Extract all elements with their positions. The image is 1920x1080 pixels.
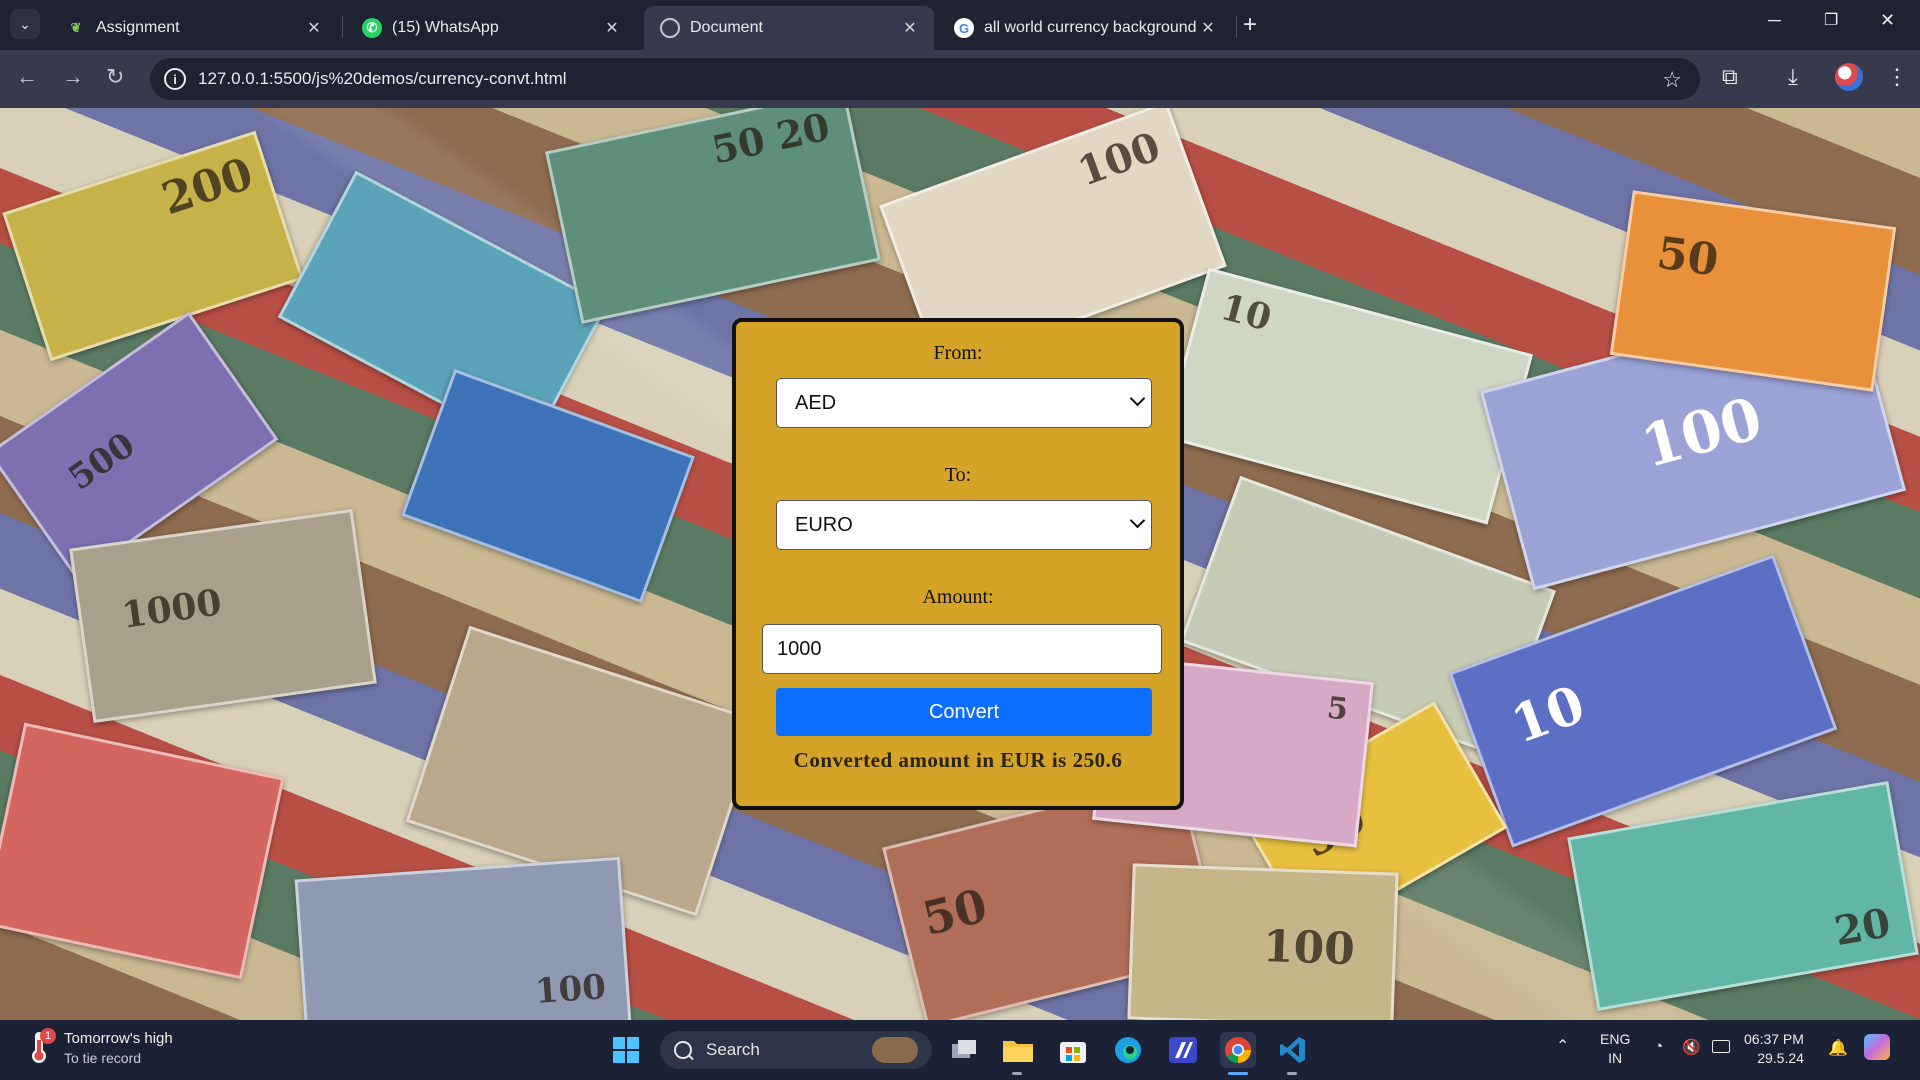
whatsapp-icon: ✆ <box>362 18 382 38</box>
address-bar[interactable]: i 127.0.0.1:5500/js%20demos/currency-con… <box>150 58 1700 100</box>
tab-search-button[interactable]: ⌄ <box>10 9 40 39</box>
to-currency-value: EURO <box>795 513 853 536</box>
from-label: From: <box>933 342 983 364</box>
language-code: ENG <box>1600 1031 1631 1047</box>
tab-google-search[interactable]: G all world currency background i ✕ <box>938 6 1232 50</box>
chevron-up-icon[interactable]: ⌃ <box>1556 1036 1569 1056</box>
windows-start-icon[interactable] <box>608 1032 644 1068</box>
url-text[interactable]: 127.0.0.1:5500/js%20demos/currency-convt… <box>198 69 567 89</box>
file-explorer-icon[interactable] <box>1000 1032 1036 1068</box>
search-label: Search <box>706 1040 760 1059</box>
browser-toolbar: ← → ↻ i 127.0.0.1:5500/js%20demos/curren… <box>0 50 1920 108</box>
banknote-image: 100 <box>294 856 632 1020</box>
from-currency-select[interactable]: AED <box>776 378 1152 428</box>
minimize-icon[interactable]: ─ <box>1768 10 1781 31</box>
weather-alert-badge: 1 <box>40 1028 56 1044</box>
from-currency-value: AED <box>795 391 837 414</box>
weather-headline[interactable]: Tomorrow's high <box>64 1030 173 1047</box>
wifi-icon[interactable]: ◔ <box>1654 1038 1663 1055</box>
vscode-logo-icon <box>1280 1037 1305 1063</box>
more-menu-icon[interactable]: ⋮ <box>1886 64 1908 90</box>
to-label: To: <box>944 464 972 486</box>
windows-logo-icon <box>613 1037 639 1063</box>
task-view-icon[interactable] <box>946 1032 982 1068</box>
tab-divider <box>342 16 343 38</box>
bird-favicon-icon: ❦ <box>70 20 82 35</box>
battery-icon[interactable] <box>1712 1040 1730 1053</box>
edge-logo-icon <box>1115 1037 1141 1063</box>
to-currency-select[interactable]: EURO <box>776 500 1152 550</box>
chevron-down-icon: ⌄ <box>19 15 31 32</box>
chrome-logo-icon <box>1225 1037 1252 1064</box>
search-icon <box>674 1041 692 1059</box>
tab-document[interactable]: Document ✕ <box>644 6 934 50</box>
speaker-muted-icon[interactable]: 🔇 <box>1682 1038 1701 1056</box>
automate-logo-icon <box>1169 1037 1197 1063</box>
store-bag-icon <box>1060 1042 1086 1063</box>
chrome-icon[interactable] <box>1220 1032 1256 1068</box>
restore-icon[interactable]: ❐ <box>1824 10 1838 30</box>
microsoft-store-icon[interactable] <box>1055 1032 1091 1068</box>
download-icon[interactable]: ⤓ <box>1788 64 1798 90</box>
tab-whatsapp[interactable]: ✆ (15) WhatsApp ✕ <box>346 6 636 50</box>
banknote-image: 10 <box>1162 267 1534 525</box>
amount-value: 1000 <box>777 637 822 660</box>
language-indicator[interactable]: ENG IN <box>1600 1030 1630 1068</box>
banknote-image: 100 <box>1127 863 1399 1020</box>
search-highlight-otter-icon <box>872 1037 918 1063</box>
chevron-down-icon <box>1129 512 1146 529</box>
globe-icon <box>660 18 680 38</box>
edge-browser-icon[interactable] <box>1110 1032 1146 1068</box>
tab-title: Assignment <box>96 19 180 36</box>
copilot-icon[interactable] <box>1864 1034 1890 1060</box>
clock[interactable]: 06:37 PM 29.5.24 <box>1744 1030 1804 1068</box>
banknote-image <box>401 368 695 604</box>
tab-title: (15) WhatsApp <box>392 19 499 36</box>
language-region: IN <box>1608 1050 1623 1066</box>
tab-title: Document <box>690 19 763 36</box>
convert-button[interactable]: Convert <box>776 688 1152 736</box>
site-info-icon[interactable]: i <box>164 68 186 90</box>
tab-strip: ⌄ ❦ Assignment ✕ ✆ (15) WhatsApp ✕ Docum… <box>0 0 1920 50</box>
weather-subtext[interactable]: To tie record <box>64 1050 141 1066</box>
running-indicator <box>1287 1072 1297 1075</box>
bookmark-star-icon[interactable]: ☆ <box>1662 67 1682 93</box>
banknote-image: 200 <box>2 130 304 362</box>
active-indicator <box>1228 1072 1248 1075</box>
amount-label: Amount: <box>922 586 994 608</box>
vscode-icon[interactable] <box>1275 1032 1311 1068</box>
close-icon[interactable]: ✕ <box>898 18 922 38</box>
close-icon[interactable]: ✕ <box>600 18 624 38</box>
tab-assignment[interactable]: ❦ Assignment ✕ <box>50 6 338 50</box>
banknote-image <box>0 722 285 980</box>
window-close-icon[interactable]: ✕ <box>1880 10 1895 31</box>
power-automate-icon[interactable] <box>1165 1032 1201 1068</box>
forward-arrow-icon[interactable]: → <box>62 64 84 90</box>
clock-date: 29.5.24 <box>1757 1050 1804 1066</box>
new-tab-plus-icon[interactable]: + <box>1243 12 1257 38</box>
banknote-image: 50 20 <box>545 108 881 324</box>
extensions-puzzle-icon[interactable]: ⧉ <box>1722 64 1738 90</box>
folder-icon <box>1003 1041 1033 1062</box>
notification-bell-icon[interactable]: 🔔 <box>1828 1038 1848 1058</box>
tab-divider <box>1236 16 1237 38</box>
conversion-result: Converted amount in EUR is 250.6 <box>793 748 1123 772</box>
close-icon[interactable]: ✕ <box>1196 18 1220 38</box>
chevron-down-icon <box>1129 390 1146 407</box>
clock-time: 06:37 PM <box>1744 1031 1804 1047</box>
banknote-image: 20 <box>1567 781 1919 1011</box>
converter-card: From: AED To: EURO Amount: 1000 Convert … <box>732 318 1184 810</box>
task-view-glyph-icon <box>952 1040 976 1058</box>
running-indicator <box>1012 1072 1022 1075</box>
google-icon: G <box>954 18 974 38</box>
back-arrow-icon[interactable]: ← <box>16 64 38 90</box>
profile-avatar[interactable] <box>1835 63 1863 91</box>
taskbar-search-box[interactable]: Search <box>660 1031 932 1069</box>
amount-input[interactable]: 1000 <box>762 624 1162 674</box>
close-icon[interactable]: ✕ <box>302 18 326 38</box>
reload-icon[interactable]: ↻ <box>106 64 124 90</box>
tab-title: all world currency background i <box>984 19 1196 36</box>
